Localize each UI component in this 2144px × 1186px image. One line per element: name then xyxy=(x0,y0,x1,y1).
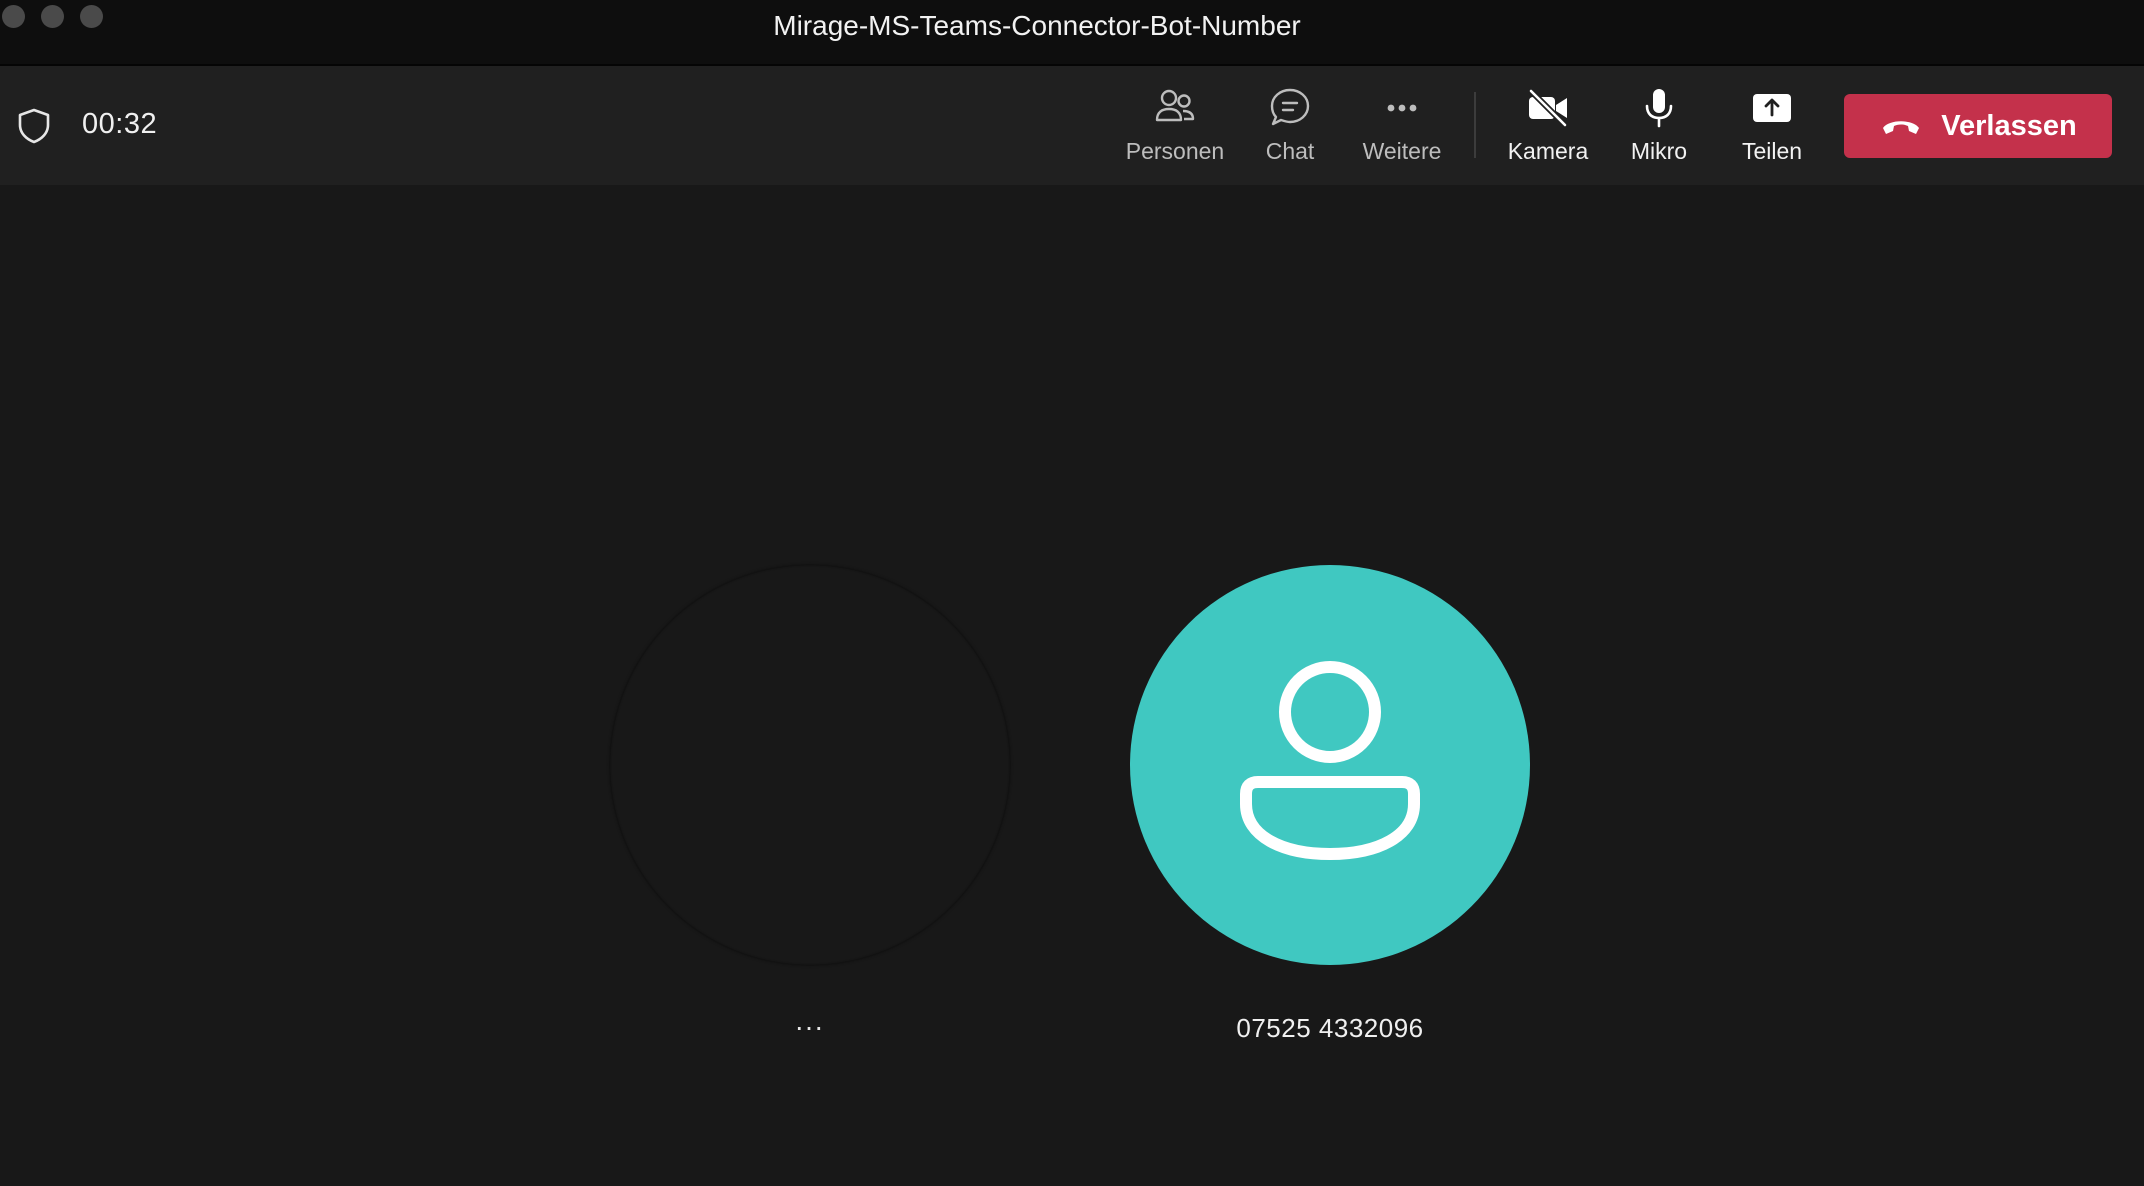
shield-icon[interactable] xyxy=(17,108,51,144)
camera-label: Kamera xyxy=(1507,138,1589,164)
hangup-icon xyxy=(1883,121,1920,134)
more-icon xyxy=(1387,104,1417,112)
person-icon xyxy=(1240,661,1420,860)
more-button[interactable]: Weitere xyxy=(1356,86,1448,166)
camera-off-icon xyxy=(1528,88,1568,128)
microphone-button[interactable]: Mikro xyxy=(1626,86,1692,166)
toolbar-divider xyxy=(1474,92,1476,158)
caller-avatar xyxy=(1130,565,1530,965)
more-label: Weitere xyxy=(1362,138,1442,164)
caller-number: 07525 4332096 xyxy=(1236,1013,1424,1043)
people-label: Personen xyxy=(1125,138,1225,164)
people-button[interactable]: Personen xyxy=(1122,86,1228,166)
call-toolbar: 00:32 Personen Chat Weitere Kamera Mikro… xyxy=(0,66,2144,185)
chat-label: Chat xyxy=(1265,138,1315,164)
chat-icon xyxy=(1270,88,1310,126)
call-timer: 00:32 xyxy=(82,108,158,140)
title-bar: Mirage-MS-Teams-Connector-Bot-Number xyxy=(0,0,2144,66)
call-stage: ... 07525 4332096 xyxy=(0,185,2144,1186)
microphone-icon xyxy=(1645,89,1673,128)
participant-label: ... xyxy=(795,1005,825,1036)
share-label: Teilen xyxy=(1741,138,1803,164)
people-icon xyxy=(1155,89,1195,122)
leave-button[interactable]: Verlassen xyxy=(1844,94,2112,158)
chat-button[interactable]: Chat xyxy=(1255,86,1325,166)
share-icon xyxy=(1753,94,1791,122)
participant-tile-empty xyxy=(610,565,1010,965)
camera-button[interactable]: Kamera xyxy=(1504,86,1592,166)
leave-label: Verlassen xyxy=(1941,109,2077,142)
share-button[interactable]: Teilen xyxy=(1736,86,1808,166)
window-title: Mirage-MS-Teams-Connector-Bot-Number xyxy=(773,10,1301,41)
teams-call-window: Mirage-MS-Teams-Connector-Bot-Number 00:… xyxy=(0,0,2144,1186)
microphone-label: Mikro xyxy=(1630,138,1688,164)
